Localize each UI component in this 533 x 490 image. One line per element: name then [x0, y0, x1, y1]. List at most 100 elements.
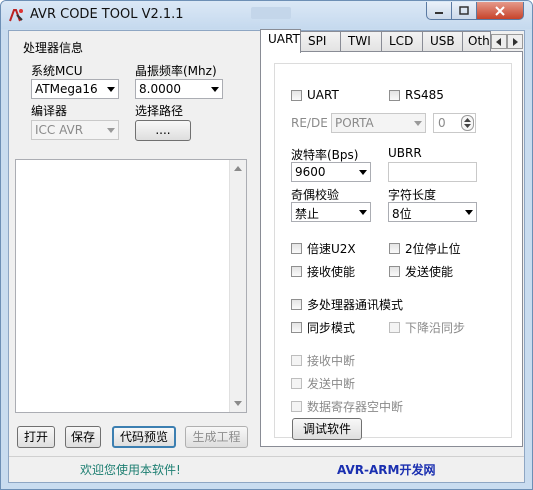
udre-interrupt-label: 数据寄存器空中断: [307, 400, 404, 414]
charlen-label: 字符长度: [388, 188, 437, 202]
spinner-buttons[interactable]: [461, 115, 474, 131]
client-area: 处理器信息 系统MCU 晶振频率(Mhz) ATMega16 8.0000 编译…: [8, 29, 525, 483]
uart-tab-panel: UART RS485 RE/DE PORTA 0 波特率(Bps) UBRR 9…: [260, 51, 523, 447]
checkbox-box[interactable]: [389, 243, 400, 254]
pin-spinner[interactable]: 0: [433, 113, 476, 133]
freq-value: 8.0000: [139, 82, 181, 96]
charlen-value: 8位: [392, 207, 412, 221]
tab-lcd[interactable]: LCD: [381, 31, 423, 51]
scroll-down-icon[interactable]: [234, 401, 242, 406]
tab-scroll-left-button[interactable]: [491, 34, 507, 49]
debug-software-button[interactable]: 调试软件: [292, 418, 362, 440]
port-select[interactable]: PORTA: [331, 113, 426, 133]
uart-checkbox[interactable]: UART: [291, 88, 339, 102]
save-button[interactable]: 保存: [65, 426, 101, 448]
mcu-value: ATMega16: [35, 82, 98, 96]
udre-interrupt-checkbox[interactable]: 数据寄存器空中断: [291, 398, 403, 415]
compiler-label: 编译器: [31, 104, 68, 118]
close-button[interactable]: [476, 2, 524, 20]
checkbox-box[interactable]: [389, 266, 400, 277]
stop2-checkbox[interactable]: 2位停止位: [389, 240, 461, 257]
tab-other[interactable]: Othe: [462, 31, 491, 51]
checkbox-box[interactable]: [291, 355, 302, 366]
tx-enable-label: 发送使能: [405, 265, 454, 279]
rs485-checkbox-label: RS485: [405, 88, 444, 102]
multiproc-checkbox[interactable]: 多处理器通讯模式: [291, 296, 403, 313]
checkbox-box[interactable]: [291, 243, 302, 254]
compiler-select[interactable]: ICC AVR: [31, 120, 119, 140]
pin-value: 0: [438, 116, 446, 130]
generate-project-button[interactable]: 生成工程: [185, 426, 248, 448]
compiler-value: ICC AVR: [35, 123, 84, 137]
checkbox-box[interactable]: [291, 378, 302, 389]
tx-enable-checkbox[interactable]: 发送使能: [389, 263, 453, 280]
rx-interrupt-checkbox[interactable]: 接收中断: [291, 352, 355, 369]
minimize-icon: [435, 11, 443, 14]
uart-checkbox-label: UART: [307, 88, 339, 102]
chevron-down-icon: [359, 170, 367, 175]
chevron-down-icon: [465, 210, 473, 215]
code-preview-area[interactable]: [15, 159, 247, 413]
parity-select[interactable]: 禁止: [291, 202, 371, 222]
maximize-button[interactable]: [451, 2, 477, 20]
freq-select[interactable]: 8.0000: [135, 79, 223, 99]
spin-down-icon[interactable]: [464, 124, 471, 128]
minimize-button[interactable]: [426, 2, 452, 20]
falling-sync-label: 下降沿同步: [405, 321, 466, 335]
baud-select[interactable]: 9600: [291, 162, 371, 182]
tab-usb[interactable]: USB: [422, 31, 463, 51]
scroll-up-icon[interactable]: [234, 166, 242, 171]
checkbox-box[interactable]: [291, 322, 302, 333]
checkbox-box[interactable]: [291, 266, 302, 277]
mcu-select[interactable]: ATMega16: [31, 79, 119, 99]
checkbox-box[interactable]: [389, 322, 400, 333]
tab-twi[interactable]: TWI: [340, 31, 382, 51]
spin-up-icon[interactable]: [464, 118, 471, 122]
checkbox-box[interactable]: [291, 89, 302, 101]
rx-enable-label: 接收使能: [307, 265, 356, 279]
rs485-checkbox[interactable]: RS485: [389, 88, 444, 102]
freq-label: 晶振频率(Mhz): [135, 64, 217, 78]
tab-strip: UART SPI TWI LCD USB Othe: [260, 29, 523, 53]
chevron-left-icon: [496, 38, 501, 46]
maximize-icon: [459, 6, 469, 15]
parity-label: 奇偶校验: [291, 188, 340, 202]
checkbox-box[interactable]: [389, 89, 400, 101]
baud-value: 9600: [295, 165, 326, 179]
browse-path-button[interactable]: ....: [135, 120, 191, 141]
ubrr-label: UBRR: [388, 146, 422, 160]
rx-enable-checkbox[interactable]: 接收使能: [291, 263, 355, 280]
chevron-down-icon: [107, 87, 115, 92]
title-bar[interactable]: AVR CODE TOOL V2.1.1: [1, 1, 532, 29]
chevron-down-icon: [211, 87, 219, 92]
checkbox-box[interactable]: [291, 401, 302, 412]
processor-group-title: 处理器信息: [23, 41, 84, 55]
app-icon: [9, 9, 23, 22]
baud-label: 波特率(Bps): [291, 148, 359, 162]
u2x-label: 倍速U2X: [307, 242, 356, 256]
stop2-label: 2位停止位: [405, 242, 461, 256]
chevron-down-icon: [359, 210, 367, 215]
tx-interrupt-label: 发送中断: [307, 377, 356, 391]
ubrr-input[interactable]: [388, 162, 477, 182]
open-button[interactable]: 打开: [17, 426, 55, 448]
window-title: AVR CODE TOOL V2.1.1: [30, 7, 184, 22]
tab-uart[interactable]: UART: [260, 29, 301, 53]
u2x-checkbox[interactable]: 倍速U2X: [291, 240, 356, 257]
rx-interrupt-label: 接收中断: [307, 354, 356, 368]
app-window: AVR CODE TOOL V2.1.1 处理器信息 系统MCU 晶振频率(Mh…: [0, 0, 533, 490]
brand-link[interactable]: AVR-ARM开发网: [337, 461, 435, 478]
tab-spi[interactable]: SPI: [300, 31, 341, 51]
chevron-down-icon: [414, 121, 422, 126]
tx-interrupt-checkbox[interactable]: 发送中断: [291, 375, 355, 392]
parity-value: 禁止: [295, 207, 320, 221]
code-preview-button[interactable]: 代码预览: [112, 426, 176, 448]
sync-mode-checkbox[interactable]: 同步模式: [291, 319, 355, 336]
charlen-select[interactable]: 8位: [388, 202, 477, 222]
checkbox-box[interactable]: [291, 299, 302, 310]
vertical-scrollbar[interactable]: [229, 160, 246, 412]
tab-scroll-right-button[interactable]: [507, 34, 523, 49]
falling-sync-checkbox[interactable]: 下降沿同步: [389, 319, 465, 336]
welcome-text: 欢迎您使用本软件!: [80, 463, 181, 477]
mcu-label: 系统MCU: [31, 64, 83, 78]
